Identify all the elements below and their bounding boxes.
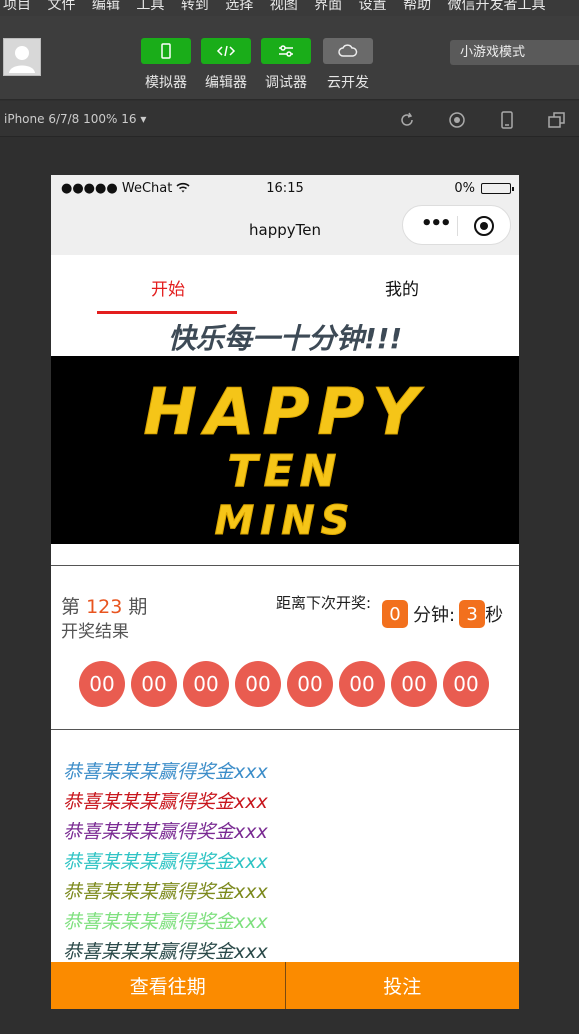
menu-item-settings[interactable]: 设置 xyxy=(359,0,387,12)
winner-list: 恭喜某某某赢得奖金xxx 恭喜某某某赢得奖金xxx 恭喜某某某赢得奖金xxx 恭… xyxy=(63,757,268,967)
menu-item-project[interactable]: 项目 xyxy=(3,0,31,12)
menu-item-goto[interactable]: 转到 xyxy=(181,0,209,12)
tab-start[interactable]: 开始 xyxy=(51,275,285,300)
number-ball: 00 xyxy=(391,661,437,707)
number-ball: 00 xyxy=(79,661,125,707)
period-number: 123 xyxy=(86,596,123,618)
slogan: 快乐每一十分钟!!! xyxy=(167,322,403,355)
seconds-unit: 秒 xyxy=(485,605,504,626)
happy-ten-mins-logo: HAPPY TEN MINS xyxy=(143,376,426,545)
menu-bar: 项目 文件 编辑 工具 转到 选择 视图 界面 设置 帮助 微信开发者工具 xyxy=(0,0,579,16)
svg-text:TEN: TEN xyxy=(228,446,343,497)
status-bar: ●●●●● WeChat 16:15 0% xyxy=(51,175,519,205)
menu-item-help[interactable]: 帮助 xyxy=(403,0,431,12)
cloud-label: 云开发 xyxy=(327,75,369,91)
clock: 16:15 xyxy=(266,181,304,196)
battery-status: 0% xyxy=(454,181,514,196)
winner-item: 恭喜某某某赢得奖金xxx xyxy=(63,851,268,873)
countdown: 0 分钟: 3 秒 xyxy=(382,600,503,628)
avatar[interactable] xyxy=(3,38,41,76)
mode-select[interactable]: 小游戏模式 xyxy=(450,40,579,65)
debugger-label: 调试器 xyxy=(265,75,307,91)
number-ball: 00 xyxy=(235,661,281,707)
tab-mine[interactable]: 我的 xyxy=(285,275,519,300)
detach-window-icon[interactable] xyxy=(548,111,566,129)
menu-item-select[interactable]: 选择 xyxy=(225,0,253,12)
minutes-unit: 分钟: xyxy=(413,605,456,626)
number-ball: 00 xyxy=(443,661,489,707)
tab-active-indicator xyxy=(97,311,237,314)
result-label: 开奖结果 xyxy=(61,622,129,642)
svg-text:HAPPY: HAPPY xyxy=(143,376,426,450)
action-bar: 查看往期 投注 xyxy=(51,962,519,1009)
capsule-divider xyxy=(457,216,458,236)
sliders-icon xyxy=(279,45,293,57)
divider-bottom xyxy=(51,729,519,730)
rotate-icon[interactable] xyxy=(398,111,416,129)
cloud-tool[interactable]: 云开发 xyxy=(322,38,374,92)
close-miniprogram-icon[interactable] xyxy=(474,216,494,236)
more-icon[interactable]: ••• xyxy=(421,215,451,233)
record-icon[interactable] xyxy=(448,111,466,129)
menu-item-edit[interactable]: 编辑 xyxy=(92,0,120,12)
draw-numbers: 00 00 00 00 00 00 00 00 xyxy=(79,661,489,707)
phone-icon xyxy=(161,43,171,59)
capsule-menu: ••• xyxy=(402,205,511,245)
number-ball: 00 xyxy=(339,661,385,707)
number-ball: 00 xyxy=(287,661,333,707)
number-ball: 00 xyxy=(131,661,177,707)
countdown-minutes: 0 xyxy=(382,600,408,628)
menu-item-devtools[interactable]: 微信开发者工具 xyxy=(448,0,546,12)
debugger-button[interactable] xyxy=(261,38,311,64)
divider-top xyxy=(51,565,519,566)
code-icon xyxy=(216,45,236,57)
number-ball: 00 xyxy=(183,661,229,707)
cloud-button[interactable] xyxy=(323,38,373,64)
menu-item-interface[interactable]: 界面 xyxy=(314,0,342,12)
editor-tool[interactable]: 编辑器 xyxy=(200,38,252,92)
editor-button[interactable] xyxy=(201,38,251,64)
countdown-seconds: 3 xyxy=(459,600,486,628)
device-bar: iPhone 6/7/8 100% 16 ▾ xyxy=(0,101,579,137)
period-label: 第 123 期 xyxy=(61,592,147,619)
history-button[interactable]: 查看往期 xyxy=(51,962,286,1009)
next-draw-label: 距离下次开奖: xyxy=(276,594,372,612)
winner-item: 恭喜某某某赢得奖金xxx xyxy=(63,911,268,933)
bet-button[interactable]: 投注 xyxy=(285,962,519,1009)
menu-item-view[interactable]: 视图 xyxy=(270,0,298,12)
winner-item: 恭喜某某某赢得奖金xxx xyxy=(63,821,268,843)
tab-bar: 开始 我的 xyxy=(51,255,519,315)
simulator-tool[interactable]: 模拟器 xyxy=(140,38,192,92)
period-prefix: 第 xyxy=(61,596,81,618)
banner-image: HAPPY TEN MINS xyxy=(51,356,519,545)
nav-bar: happyTen ••• xyxy=(51,205,519,255)
period-suffix: 期 xyxy=(128,596,148,618)
cloud-icon xyxy=(338,44,358,57)
device-icon[interactable] xyxy=(498,111,516,129)
user-icon xyxy=(9,46,35,73)
simulator-button[interactable] xyxy=(141,38,191,64)
winner-item: 恭喜某某某赢得奖金xxx xyxy=(63,881,268,903)
editor-label: 编辑器 xyxy=(205,75,247,91)
winner-item: 恭喜某某某赢得奖金xxx xyxy=(63,761,268,783)
device-select[interactable]: iPhone 6/7/8 100% 16 ▾ xyxy=(4,112,146,126)
toolbar: 模拟器 编辑器 调试器 云开发 小游戏模式 xyxy=(0,16,579,100)
simulator-label: 模拟器 xyxy=(145,75,187,91)
menu-item-tools[interactable]: 工具 xyxy=(136,0,164,12)
winner-item: 恭喜某某某赢得奖金xxx xyxy=(63,791,268,813)
battery-icon xyxy=(481,183,514,194)
battery-percent: 0% xyxy=(454,181,475,196)
debugger-tool[interactable]: 调试器 xyxy=(260,38,312,92)
svg-text:MINS: MINS xyxy=(215,498,356,544)
menu-item-file[interactable]: 文件 xyxy=(47,0,75,12)
phone-simulator: ●●●●● WeChat 16:15 0% happyTen ••• 开始 我的… xyxy=(51,175,519,1009)
